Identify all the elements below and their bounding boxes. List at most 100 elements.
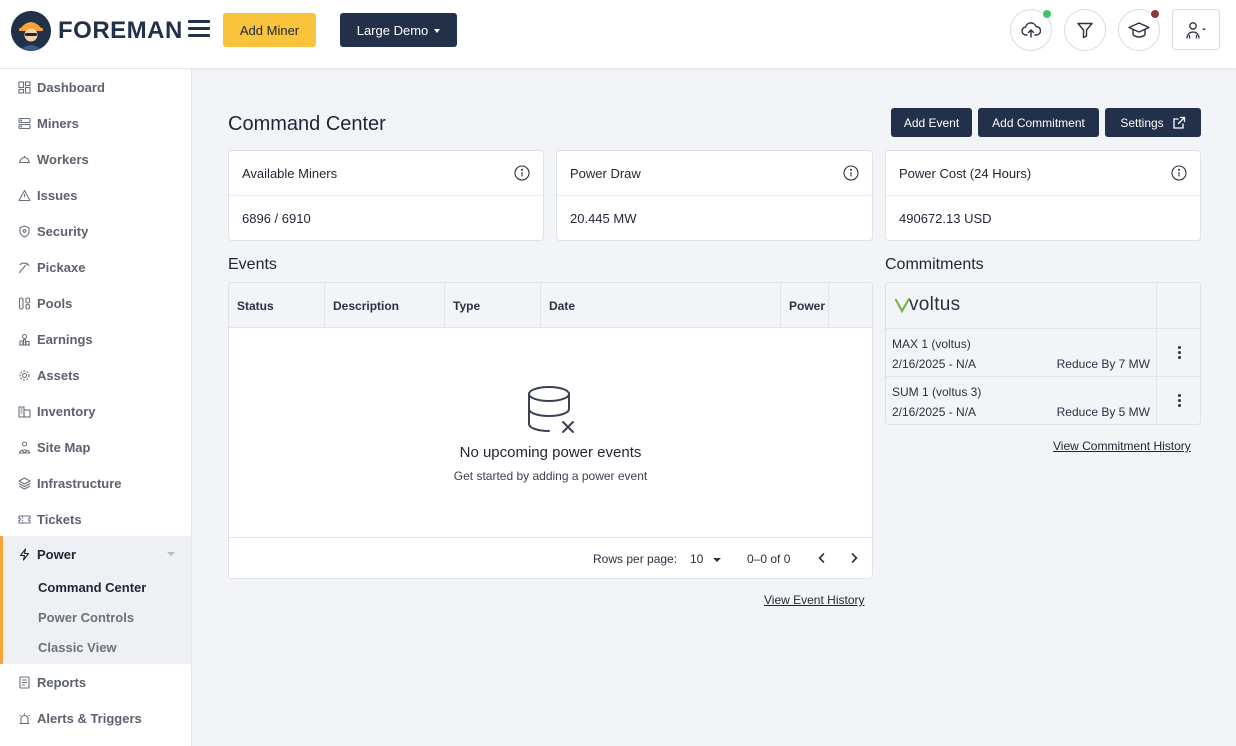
commitment-row[interactable]: MAX 1 (voltus) 2/16/2025 - N/A Reduce By… (886, 329, 1200, 377)
sidebar-item-label: Security (37, 223, 89, 239)
power-cost-card: Power Cost (24 Hours) 490672.13 USD (885, 150, 1201, 241)
sidebar: Dashboard Miners Workers Issues Security… (0, 69, 192, 746)
commitment-row[interactable]: SUM 1 (voltus 3) 2/16/2025 - N/A Reduce … (886, 377, 1200, 424)
sidebar-item-label: Tickets (37, 511, 82, 527)
column-header-type[interactable]: Type (445, 283, 541, 328)
sidebar-subitem-power-controls[interactable]: Power Controls (38, 610, 134, 625)
commitments-table: voltus MAX 1 (voltus) 2/16/2025 - N/A Re… (885, 282, 1201, 425)
commitments-header: voltus (886, 283, 1200, 329)
sidebar-item-site-map[interactable]: Site Map (0, 429, 191, 465)
page-title: Command Center (228, 113, 386, 135)
sidebar-item-infrastructure[interactable]: Infrastructure (0, 465, 191, 501)
user-menu-button[interactable] (1172, 9, 1220, 50)
sidebar-item-reports[interactable]: Reports (0, 664, 191, 700)
sidebar-item-label: Earnings (37, 331, 93, 347)
foreman-logo[interactable]: FOREMAN (11, 11, 183, 51)
sidebar-item-earnings[interactable]: Earnings (0, 321, 191, 357)
helmet-icon (19, 155, 30, 163)
sidebar-item-assets[interactable]: Assets (0, 357, 191, 393)
sidebar-subitem-classic-view[interactable]: Classic View (38, 640, 117, 655)
brand-name: FOREMAN (58, 17, 183, 44)
server-icon (18, 117, 31, 129)
cloud-upload-icon (1021, 22, 1041, 38)
caret-down-icon (434, 29, 441, 34)
external-link-icon (1173, 116, 1185, 129)
column-header-date[interactable]: Date (541, 283, 781, 328)
card-label: Power Draw (570, 165, 641, 181)
commitments-title: Commitments (885, 256, 984, 273)
add-commitment-button[interactable]: Add Commitment (978, 108, 1099, 137)
sidebar-item-miners[interactable]: Miners (0, 105, 191, 141)
view-commitment-history-link[interactable]: View Commitment History (1053, 439, 1191, 453)
chevron-down-icon (167, 552, 175, 556)
miner-avatar-icon (11, 11, 51, 51)
provider-name: voltus (909, 294, 961, 315)
more-options-icon[interactable] (1173, 394, 1185, 408)
more-options-icon[interactable] (1173, 346, 1185, 360)
available-miners-card: Available Miners 6896 / 6910 (228, 150, 544, 241)
sidebar-item-pools[interactable]: Pools (0, 285, 191, 321)
top-header: FOREMAN Add Miner Large Demo (0, 0, 1236, 69)
commitment-date: 2/16/2025 - N/A (892, 357, 977, 371)
caret-down-icon (712, 557, 721, 562)
column-header-status[interactable]: Status (229, 283, 325, 328)
sidebar-item-power[interactable]: Power (3, 536, 191, 572)
commitment-reduce: Reduce By 5 MW (1056, 405, 1150, 419)
sidebar-item-label: Site Map (37, 439, 91, 455)
workspace-select-button[interactable]: Large Demo (340, 13, 457, 47)
add-miner-button[interactable]: Add Miner (223, 13, 316, 47)
events-table-header: Status Description Type Date Power (229, 283, 872, 328)
upload-button[interactable] (1010, 9, 1052, 51)
card-value: 20.445 MW (570, 211, 637, 226)
workspace-label: Large Demo (356, 22, 429, 38)
column-divider (1156, 329, 1157, 376)
sidebar-item-pickaxe[interactable]: Pickaxe (0, 249, 191, 285)
sidebar-subitem-command-center[interactable]: Command Center (38, 580, 146, 595)
card-value: 490672.13 USD (899, 211, 992, 226)
power-nav-group: Power Command Center Power Controls Clas… (0, 536, 191, 664)
column-divider (1156, 377, 1157, 424)
voltus-logo: voltus (894, 294, 960, 316)
info-icon[interactable] (514, 165, 530, 181)
chevron-right-icon[interactable] (848, 552, 860, 564)
sidebar-item-label: Issues (37, 187, 78, 203)
sidebar-item-label: Miners (37, 115, 79, 131)
sidebar-item-alerts-triggers[interactable]: Alerts & Triggers (0, 700, 191, 736)
menu-toggle-icon[interactable] (188, 20, 210, 38)
add-event-button[interactable]: Add Event (891, 108, 972, 137)
column-header-power[interactable]: Power (781, 283, 829, 328)
status-dot-red (1150, 9, 1160, 19)
card-value: 6896 / 6910 (242, 211, 311, 226)
sidebar-item-label: Power (37, 546, 77, 562)
sidebar-item-issues[interactable]: Issues (0, 177, 191, 213)
settings-label: Settings (1120, 115, 1164, 130)
sidebar-item-label: Dashboard (37, 79, 105, 95)
chevron-left-icon[interactable] (816, 552, 828, 564)
empty-state-title: No upcoming power events (459, 444, 642, 461)
sidebar-item-workers[interactable]: Workers (0, 141, 191, 177)
power-draw-card: Power Draw 20.445 MW (556, 150, 873, 241)
filter-button[interactable] (1064, 9, 1106, 51)
commitment-date: 2/16/2025 - N/A (892, 405, 977, 419)
lightning-icon (19, 547, 30, 561)
view-event-history-link[interactable]: View Event History (764, 593, 864, 607)
rows-per-page-select[interactable]: 10 (690, 552, 721, 566)
rows-per-page-value: 10 (690, 552, 704, 566)
pagination: Rows per page: 10 0–0 of 0 (229, 537, 872, 578)
status-dot-green (1042, 9, 1052, 19)
commitment-name: SUM 1 (voltus 3) (892, 385, 982, 399)
sidebar-item-tickets[interactable]: Tickets (0, 501, 191, 537)
report-icon (19, 675, 30, 689)
inventory-icon (18, 405, 31, 418)
sidebar-item-dashboard[interactable]: Dashboard (0, 69, 191, 105)
settings-button[interactable]: Settings (1105, 108, 1201, 137)
column-header-description[interactable]: Description (325, 283, 445, 328)
commitment-name: MAX 1 (voltus) (892, 337, 971, 351)
sidebar-item-security[interactable]: Security (0, 213, 191, 249)
rows-per-page-label: Rows per page: (593, 552, 678, 566)
learning-button[interactable] (1118, 9, 1160, 51)
info-icon[interactable] (843, 165, 859, 181)
sidebar-item-label: Reports (37, 674, 87, 690)
sidebar-item-inventory[interactable]: Inventory (0, 393, 191, 429)
info-icon[interactable] (1171, 165, 1187, 181)
